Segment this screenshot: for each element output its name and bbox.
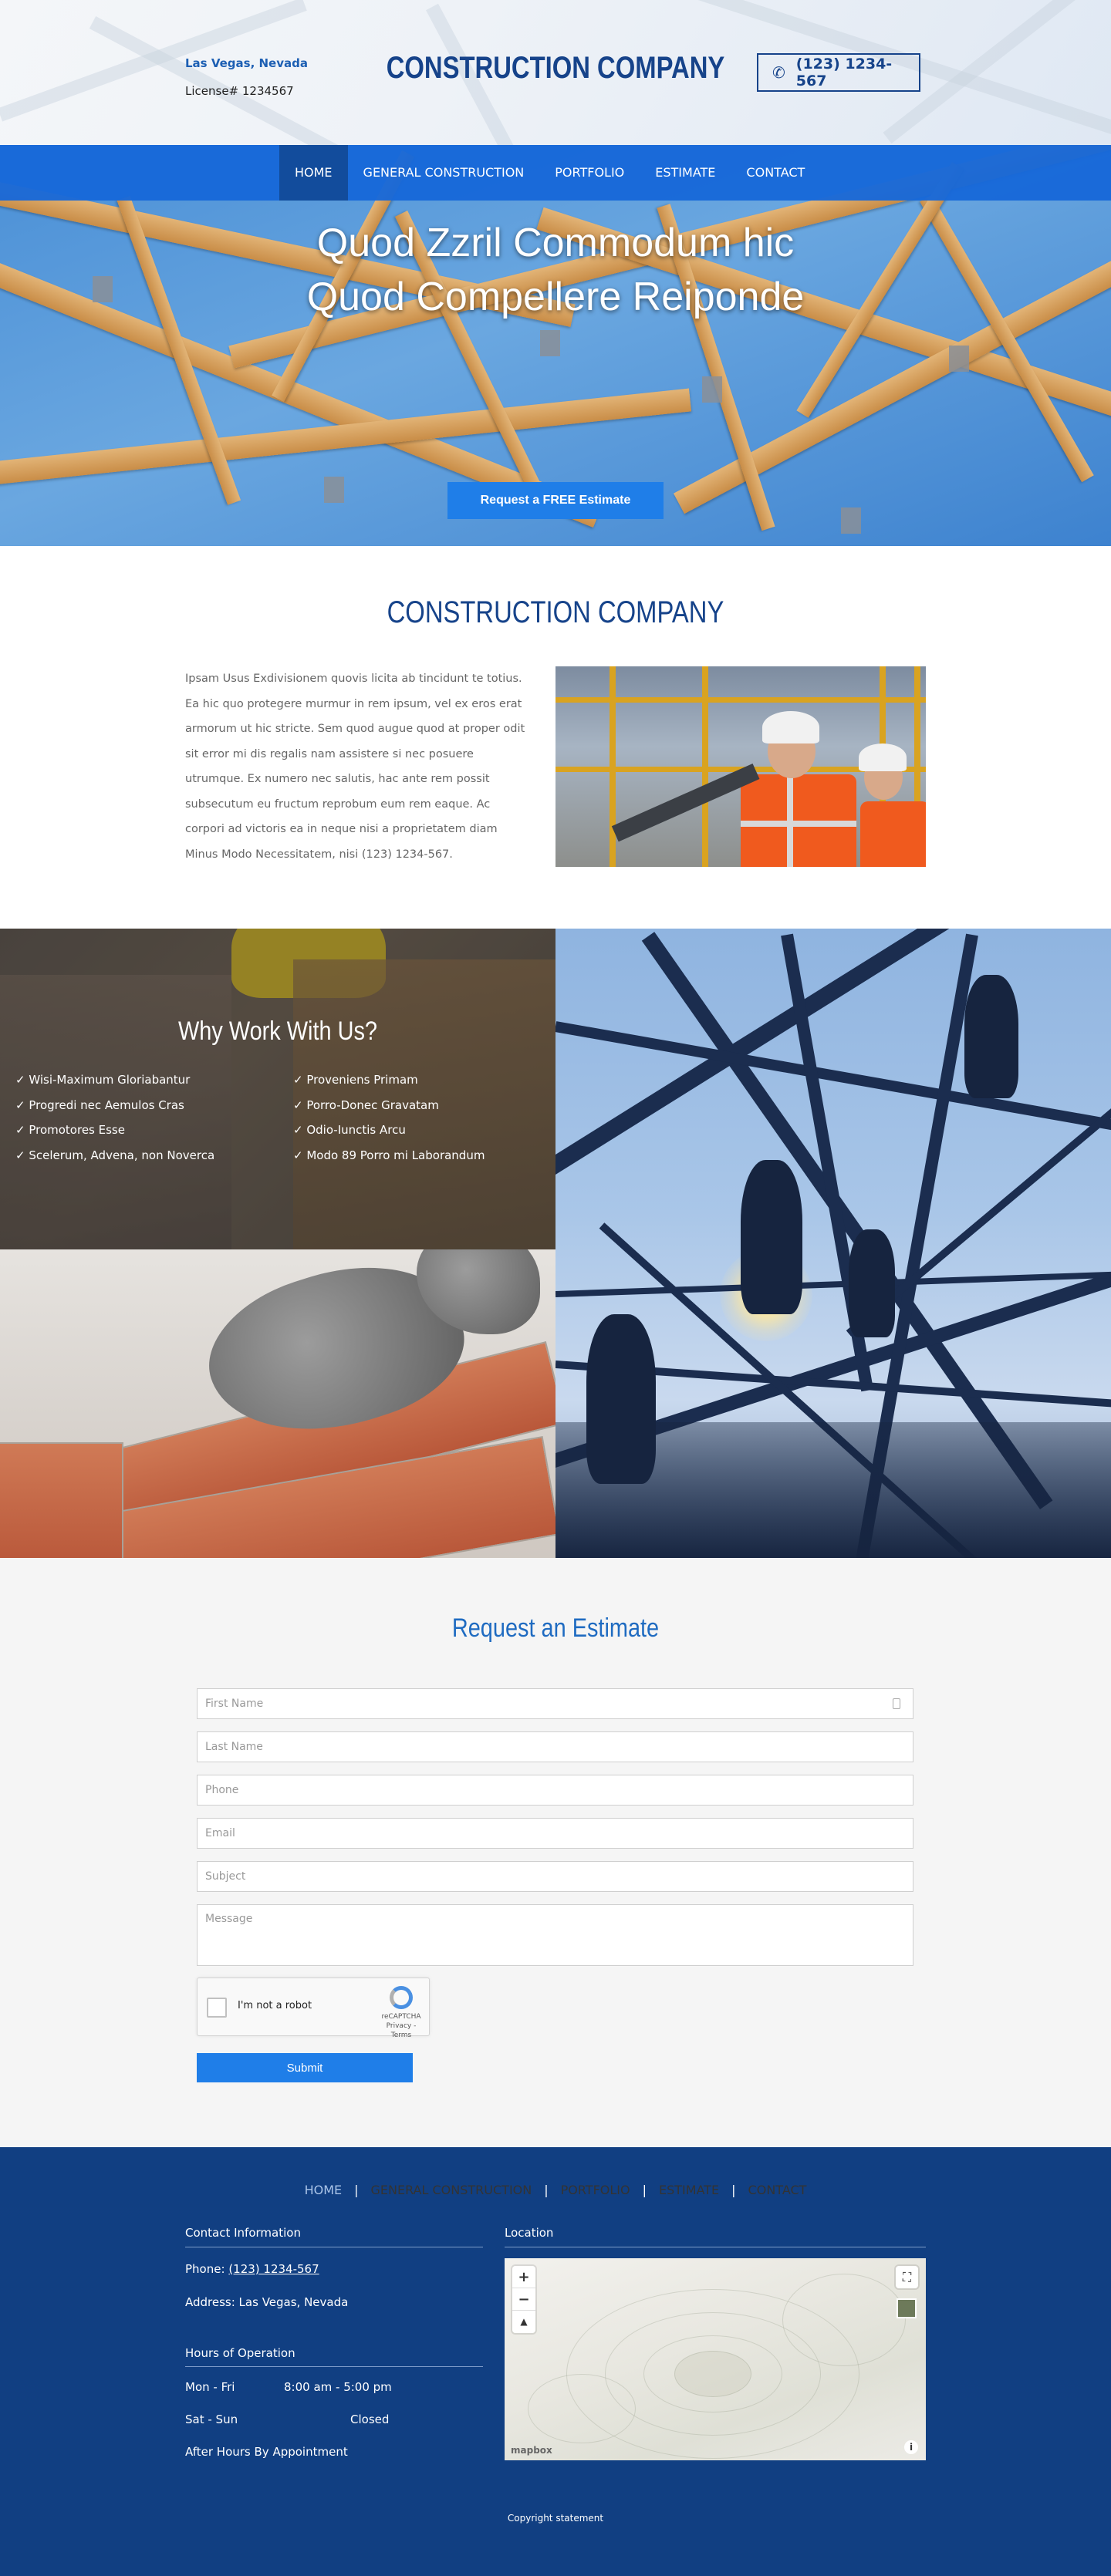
list-item: ✓ Odio-Iunctis Arcu (293, 1123, 406, 1137)
nav-contact[interactable]: CONTACT (731, 145, 820, 201)
why-work-list-right: ✓ Proveniens Primam ✓ Porro-Donec Gravat… (293, 1067, 485, 1168)
recaptcha-label: I'm not a robot (238, 2000, 312, 2011)
location-heading: Location (505, 2226, 554, 2240)
hours-divider (185, 2366, 483, 2367)
header-phone-number: (123) 1234-567 (795, 56, 893, 89)
list-item: ✓ Proveniens Primam (293, 1073, 418, 1087)
bricklaying-photo (0, 1249, 556, 1558)
location-map[interactable]: + − ▲ ⛶ mapbox i (505, 2258, 926, 2460)
why-work-list-left: ✓ Wisi-Maximum Gloriabantur ✓ Progredi n… (15, 1067, 214, 1168)
footer-phone-link[interactable]: (123) 1234-567 (228, 2262, 319, 2276)
last-name-input[interactable]: Last Name (197, 1731, 913, 1762)
subject-input[interactable]: Subject (197, 1861, 913, 1892)
message-textarea[interactable]: Message (197, 1904, 913, 1966)
estimate-title: Request an Estimate (451, 1613, 660, 1643)
steel-workers-photo (556, 929, 1111, 1558)
phone-placeholder: Phone (205, 1784, 239, 1796)
zoom-in-icon[interactable]: + (512, 2266, 535, 2288)
list-item: ✓ Scelerum, Advena, non Noverca (15, 1148, 215, 1162)
email-input[interactable]: Email (197, 1818, 913, 1849)
map-style-icon[interactable] (897, 2298, 917, 2318)
nav-home[interactable]: HOME (279, 145, 348, 201)
main-nav: HOME GENERAL CONSTRUCTION PORTFOLIO ESTI… (0, 145, 1111, 201)
footer-nav-general-construction[interactable]: GENERAL CONSTRUCTION (371, 2183, 532, 2197)
recaptcha-icon (390, 1986, 413, 2009)
after-hours-note: After Hours By Appointment (185, 2445, 348, 2459)
list-item: ✓ Promotores Esse (15, 1123, 125, 1137)
hours-days: Mon - Fri (185, 2380, 235, 2394)
about-title: CONSTRUCTION COMPANY (387, 595, 724, 629)
footer-phone: Phone: (123) 1234-567 (185, 2262, 319, 2276)
footer-address: Address: Las Vegas, Nevada (185, 2295, 349, 2309)
estimate-section (0, 1558, 1111, 2147)
fullscreen-icon[interactable]: ⛶ (896, 2266, 918, 2288)
footer-nav-separator: | (354, 2183, 359, 2197)
phone-icon: ✆ (772, 63, 785, 82)
recaptcha-logo: reCAPTCHA Privacy - Terms (381, 1986, 421, 2040)
mapbox-logo[interactable]: mapbox (511, 2445, 552, 2456)
phone-input[interactable]: Phone (197, 1775, 913, 1806)
first-name-placeholder: First Name (205, 1698, 264, 1710)
contact-heading: Contact Information (185, 2226, 301, 2240)
header-phone-button[interactable]: ✆ (123) 1234-567 (757, 53, 920, 92)
footer-nav: HOME | GENERAL CONSTRUCTION | PORTFOLIO … (0, 2183, 1111, 2197)
footer-nav-estimate[interactable]: ESTIMATE (659, 2183, 719, 2197)
footer-nav-separator: | (731, 2183, 736, 2197)
list-item: ✓ Porro-Donec Gravatam (293, 1097, 439, 1112)
copyright: Copyright statement (507, 2513, 604, 2524)
hours-days: Sat - Sun (185, 2412, 238, 2426)
hours-time: 8:00 am - 5:00 pm (284, 2380, 392, 2394)
hero-heading: Quod Zzril Commodum hic Quod Compellere … (0, 216, 1111, 324)
footer-nav-home[interactable]: HOME (305, 2183, 343, 2197)
hours-time: Closed (350, 2412, 390, 2426)
zoom-out-icon[interactable]: − (512, 2288, 535, 2311)
info-icon[interactable]: i (904, 2440, 918, 2454)
nav-portfolio[interactable]: PORTFOLIO (539, 145, 640, 201)
subject-placeholder: Subject (205, 1870, 246, 1883)
hero-heading-line1: Quod Zzril Commodum hic (316, 221, 795, 265)
recaptcha-brand: reCAPTCHA (381, 2013, 421, 2021)
footer-nav-contact[interactable]: CONTACT (748, 2183, 807, 2197)
recaptcha-widget: I'm not a robot reCAPTCHA Privacy - Term… (197, 1978, 430, 2039)
nav-general-construction[interactable]: GENERAL CONSTRUCTION (348, 145, 540, 201)
hours-heading: Hours of Operation (185, 2346, 295, 2360)
first-name-input[interactable]: First Name (197, 1688, 913, 1719)
list-item: ✓ Progredi nec Aemulos Cras (15, 1097, 184, 1112)
last-name-placeholder: Last Name (205, 1741, 263, 1753)
hero-heading-line2: Quod Compellere Reiponde (306, 275, 805, 319)
footer-nav-separator: | (544, 2183, 549, 2197)
list-item: ✓ Wisi-Maximum Gloriabantur (15, 1073, 191, 1087)
compass-icon[interactable]: ▲ (512, 2311, 535, 2333)
recaptcha-links[interactable]: Privacy - Terms (381, 2021, 421, 2040)
about-body: Ipsam Usus Exdivisionem quovis licita ab… (185, 673, 525, 861)
email-placeholder: Email (205, 1827, 235, 1839)
footer-nav-separator: | (642, 2183, 647, 2197)
submit-button[interactable]: Submit (197, 2053, 413, 2082)
nav-estimate[interactable]: ESTIMATE (640, 145, 731, 201)
recaptcha-checkbox[interactable] (207, 1998, 227, 2018)
why-work-title: Why Work With Us? (177, 1017, 377, 1046)
list-item: ✓ Modo 89 Porro mi Laborandum (293, 1148, 485, 1162)
footer-phone-label: Phone: (185, 2262, 225, 2276)
message-placeholder: Message (205, 1913, 253, 1925)
free-estimate-button[interactable]: Request a FREE Estimate (447, 482, 664, 519)
workers-photo (556, 666, 926, 867)
map-zoom-controls: + − ▲ (512, 2266, 535, 2333)
footer-nav-portfolio[interactable]: PORTFOLIO (561, 2183, 630, 2197)
contact-card-icon[interactable] (893, 1698, 900, 1709)
